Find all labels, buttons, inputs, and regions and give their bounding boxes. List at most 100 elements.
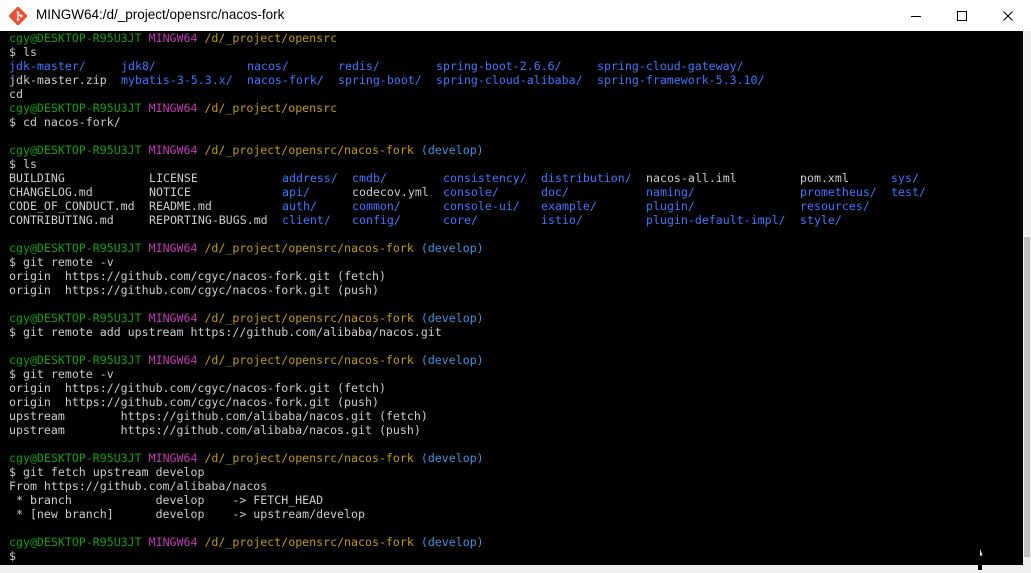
terminal-text: /d/_project/opensrc/nacos-fork	[204, 535, 414, 549]
terminal-line: $ git remote -v	[9, 367, 484, 381]
minimize-button[interactable]	[893, 0, 939, 31]
terminal-text: cgy@DESKTOP-R95U3JT	[9, 451, 149, 465]
ls-entry: nacos/	[247, 59, 289, 73]
ls-entry: core/	[443, 213, 478, 227]
terminal-line: cgy@DESKTOP-R95U3JT MINGW64 /d/_project/…	[9, 311, 484, 325]
ls-entry: style/	[800, 213, 842, 227]
ls-entry: jdk-master.zip	[9, 73, 107, 87]
terminal-text: upstream https://github.com/alibaba/naco…	[9, 409, 428, 423]
terminal-text: MINGW64	[148, 311, 205, 325]
ls-entry: address/	[282, 171, 338, 185]
ls-entry: spring-boot-2.6.6/	[436, 59, 562, 73]
terminal-line: $ ls	[9, 157, 484, 171]
terminal-text: cgy@DESKTOP-R95U3JT	[9, 535, 149, 549]
ls-entry: README.md	[149, 199, 212, 213]
terminal-text: origin https://github.com/cgyc/nacos-for…	[9, 269, 386, 283]
vertical-scrollbar[interactable]	[1023, 31, 1031, 565]
window-title: MINGW64:/d/_project/opensrc/nacos-fork	[36, 7, 285, 22]
terminal-text: (develop)	[413, 353, 484, 367]
ls-entry: example/	[541, 199, 597, 213]
ls-entry: distribution/	[541, 171, 632, 185]
title-bar[interactable]: MINGW64:/d/_project/opensrc/nacos-fork	[0, 0, 1031, 31]
ls-entry: CHANGELOG.md	[9, 185, 93, 199]
terminal-line: origin https://github.com/cgyc/nacos-for…	[9, 283, 484, 297]
terminal-line: cgy@DESKTOP-R95U3JT MINGW64 /d/_project/…	[9, 143, 484, 157]
terminal-text: /d/_project/opensrc	[204, 101, 338, 115]
terminal-line: $	[9, 549, 484, 563]
ls-entry: spring-cloud-alibaba/	[436, 73, 583, 87]
close-icon	[1003, 10, 1013, 21]
scrollbar-thumb[interactable]	[1024, 237, 1030, 557]
ls-entry: REPORTING-BUGS.md	[149, 213, 268, 227]
terminal-text: /d/_project/opensrc/nacos-fork	[204, 241, 414, 255]
terminal-text: $ git remote -v	[9, 255, 114, 269]
ls-entry: auth/	[282, 199, 317, 213]
ls-entry: codecov.yml	[352, 185, 429, 199]
ls-entry: plugin-default-impl/	[646, 213, 786, 227]
git-bash-icon	[9, 7, 27, 25]
ls-entry: console/	[443, 185, 499, 199]
terminal-line: cgy@DESKTOP-R95U3JT MINGW64 /d/_project/…	[9, 241, 484, 255]
terminal-line: $ git remote -v	[9, 255, 484, 269]
maximize-button[interactable]	[939, 0, 985, 31]
terminal-line: CHANGELOG.md NOTICE api/codecov.yml console…	[9, 185, 926, 199]
terminal-text: upstream https://github.com/alibaba/naco…	[9, 423, 421, 437]
ls-entry: jdk8/	[121, 59, 156, 73]
terminal-line: $ cd nacos-fork/	[9, 115, 484, 129]
terminal-text: cgy@DESKTOP-R95U3JT	[9, 143, 149, 157]
terminal-output[interactable]: cgy@DESKTOP-R95U3JT MINGW64 /d/_project/…	[0, 31, 1023, 565]
terminal-text: MINGW64	[148, 241, 205, 255]
terminal-text: (develop)	[413, 143, 484, 157]
terminal-line: upstream https://github.com/alibaba/naco…	[9, 423, 484, 437]
terminal-text: (develop)	[413, 311, 484, 325]
ls-entry: resources/	[800, 199, 870, 213]
terminal-line: * [new branch] develop -> upstream/devel…	[9, 507, 484, 521]
ls-entry: naming/	[646, 185, 695, 199]
terminal-line: cgy@DESKTOP-R95U3JT MINGW64 /d/_project/…	[9, 451, 484, 465]
ls-entry: spring-cloud-gateway/	[597, 59, 744, 73]
terminal-line: cgy@DESKTOP-R95U3JT MINGW64 /d/_project/…	[9, 353, 484, 367]
terminal-lines: cgy@DESKTOP-R95U3JT MINGW64 /d/_project/…	[9, 31, 926, 563]
terminal-line: origin https://github.com/cgyc/nacos-for…	[9, 269, 484, 283]
ls-entry: nacos-all.iml	[646, 171, 737, 185]
ls-entry: prometheus/	[800, 185, 877, 199]
terminal-text: MINGW64	[148, 353, 205, 367]
terminal-text: origin https://github.com/cgyc/nacos-for…	[9, 381, 386, 395]
terminal-line: cgy@DESKTOP-R95U3JT MINGW64 /d/_project/…	[9, 31, 484, 45]
terminal-line: CODE_OF_CONDUCT.md README.md auth/common/c…	[9, 199, 870, 213]
ls-entry: test/	[891, 185, 926, 199]
terminal-text: (develop)	[413, 451, 484, 465]
ls-entry: nacos-fork/	[247, 73, 324, 87]
ls-entry: sys/	[891, 171, 919, 185]
terminal-text: cgy@DESKTOP-R95U3JT	[9, 101, 149, 115]
mouse-cursor-icon	[974, 545, 986, 570]
terminal-text: cgy@DESKTOP-R95U3JT	[9, 31, 149, 45]
terminal-line: jdk-master.zip mybatis-3-5.3.x/nacos-fork…	[9, 73, 765, 87]
ls-entry: console-ui/	[443, 199, 520, 213]
ls-entry: pom.xml	[800, 171, 849, 185]
terminal-text: cd	[9, 87, 23, 101]
terminal-line: $ git remote add upstream https://github…	[9, 325, 484, 339]
terminal-line: cgy@DESKTOP-R95U3JT MINGW64 /d/_project/…	[9, 101, 484, 115]
terminal-text: /d/_project/opensrc/nacos-fork	[204, 353, 414, 367]
terminal-text: $ ls	[9, 157, 37, 171]
terminal-text: /d/_project/opensrc/nacos-fork	[204, 311, 414, 325]
ls-entry: LICENSE	[149, 171, 198, 185]
terminal-text: From https://github.com/alibaba/nacos	[9, 479, 268, 493]
terminal-text: (develop)	[413, 241, 484, 255]
ls-entry: api/	[282, 185, 310, 199]
ls-entry: config/	[352, 213, 401, 227]
ls-entry: spring-boot/	[338, 73, 422, 87]
terminal-text: $ cd nacos-fork/	[9, 115, 121, 129]
terminal-text: /d/_project/opensrc	[204, 31, 338, 45]
close-button[interactable]	[985, 0, 1031, 31]
terminal-line: origin https://github.com/cgyc/nacos-for…	[9, 395, 484, 409]
ls-entry: spring-framework-5.3.10/	[597, 73, 765, 87]
terminal-text: MINGW64	[148, 143, 205, 157]
ls-entry: doc/	[541, 185, 569, 199]
terminal-line: cd	[9, 87, 484, 101]
ls-entry: consistency/	[443, 171, 527, 185]
